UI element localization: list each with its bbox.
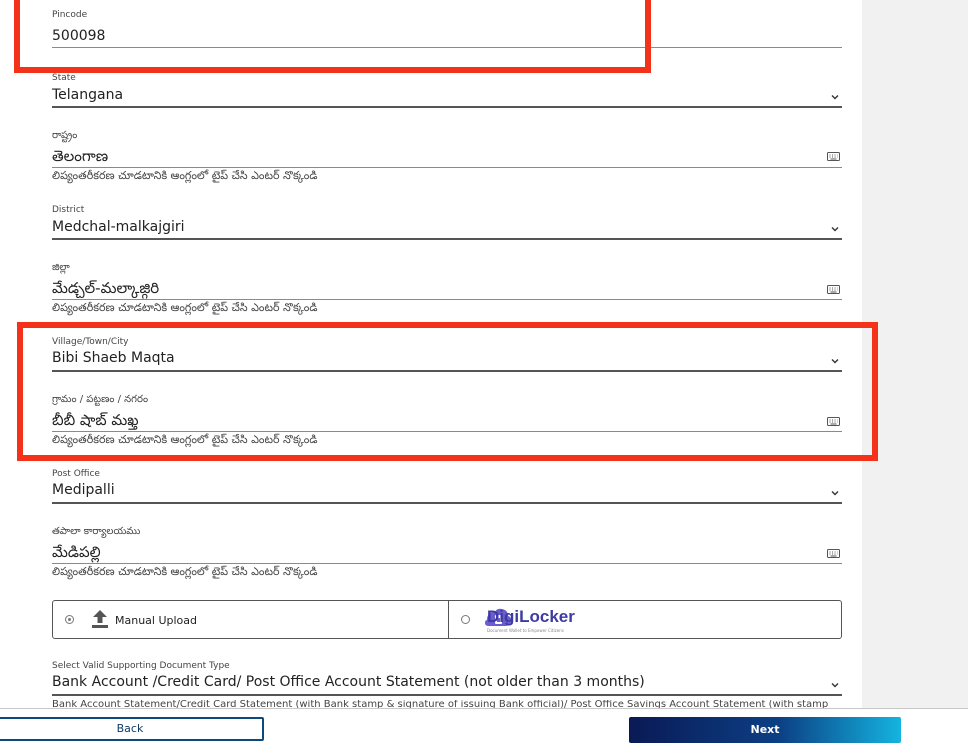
transliteration-hint: లిప్యంతరీకరణ చూడటానికి ఆంగ్లంలో టైప్ చేస…	[52, 433, 318, 446]
district-select[interactable]: District Medchal-malkajgiri	[52, 200, 842, 242]
pincode-field[interactable]: Pincode 500098	[52, 0, 842, 48]
post-office-select[interactable]: Post Office Medipalli	[52, 466, 842, 506]
post-office-telugu-field[interactable]: తపాలా కార్యాలయము మేడిపల్లి లిప్యంతరీకరణ …	[52, 522, 842, 582]
document-type-label: Select Valid Supporting Document Type	[52, 661, 230, 671]
district-value: Medchal-malkajgiri	[52, 219, 185, 235]
document-type-underline	[52, 694, 842, 696]
pincode-label: Pincode	[52, 10, 88, 20]
district-telugu-input[interactable]: మేడ్చల్-మల్కాజ్గిరి	[52, 279, 159, 301]
district-telugu-underline	[52, 299, 842, 300]
back-button[interactable]: Back	[0, 717, 264, 741]
village-underline	[52, 370, 842, 372]
pincode-underline	[52, 47, 842, 48]
transliteration-hint: లిప్యంతరీకరణ చూడటానికి ఆంగ్లంలో టైప్ చేస…	[52, 565, 318, 578]
village-telugu-underline	[52, 431, 842, 432]
digilocker-option[interactable]: DigiLocker Document Wallet to Empower Ci…	[449, 601, 841, 638]
document-type-description: Bank Account Statement/Credit Card State…	[52, 700, 829, 708]
state-select[interactable]: State Telangana	[52, 70, 842, 110]
digilocker-label: DigiLocker	[487, 607, 575, 626]
next-button[interactable]: Next	[629, 717, 901, 743]
state-label: State	[52, 73, 76, 83]
pincode-input[interactable]: 500098	[52, 28, 105, 44]
state-telugu-underline	[52, 167, 842, 168]
post-office-telugu-underline	[52, 563, 842, 564]
chevron-down-icon[interactable]	[830, 92, 840, 102]
keyboard-icon[interactable]	[827, 285, 840, 294]
village-telugu-input[interactable]: బీబీ షాబ్ మఖ్త	[52, 411, 139, 433]
post-office-telugu-input[interactable]: మేడిపల్లి	[52, 543, 101, 565]
village-telugu-label: గ్రామం / పట్టణం / నగరం	[52, 394, 149, 405]
transliteration-hint: లిప్యంతరీకరణ చూడటానికి ఆంగ్లంలో టైప్ చేస…	[52, 169, 318, 182]
address-form-panel: Pincode 500098 State Telangana రాష్ట్రం …	[0, 0, 862, 742]
post-office-underline	[52, 502, 842, 504]
upload-method-selector: Manual Upload DigiLocker Document Wallet…	[52, 600, 842, 639]
village-value: Bibi Shaeb Maqta	[52, 350, 175, 366]
digilocker-radio[interactable]	[461, 615, 470, 624]
chevron-down-icon[interactable]	[830, 356, 840, 366]
district-telugu-label: జిల్లా	[52, 262, 70, 273]
digilocker-tagline: Document Wallet to Empower Citizens	[487, 628, 564, 633]
village-select[interactable]: Village/Town/City Bibi Shaeb Maqta	[52, 334, 842, 374]
district-underline	[52, 238, 842, 240]
state-value: Telangana	[52, 87, 124, 103]
district-label: District	[52, 205, 85, 215]
state-telugu-input[interactable]: తెలంగాణ	[52, 147, 108, 169]
transliteration-hint: లిప్యంతరీకరణ చూడటానికి ఆంగ్లంలో టైప్ చేస…	[52, 301, 318, 314]
post-office-label: Post Office	[52, 469, 100, 479]
chevron-down-icon[interactable]	[830, 224, 840, 234]
document-type-select[interactable]: Select Valid Supporting Document Type Ba…	[52, 658, 842, 698]
state-telugu-field[interactable]: రాష్ట్రం తెలంగాణ లిప్యంతరీకరణ చూడటానికి …	[52, 125, 842, 185]
district-telugu-field[interactable]: జిల్లా మేడ్చల్-మల్కాజ్గిరి లిప్యంతరీకరణ …	[52, 258, 842, 318]
chevron-down-icon[interactable]	[830, 488, 840, 498]
manual-upload-radio[interactable]	[65, 615, 74, 624]
upload-arrow-icon	[92, 610, 108, 628]
manual-upload-label: Manual Upload	[115, 614, 198, 627]
keyboard-icon[interactable]	[827, 152, 840, 161]
document-type-value: Bank Account /Credit Card/ Post Office A…	[52, 674, 645, 690]
footer-bar: Back Next	[0, 708, 968, 743]
village-telugu-field[interactable]: గ్రామం / పట్టణం / నగరం బీబీ షాబ్ మఖ్త లి…	[52, 390, 842, 450]
keyboard-icon[interactable]	[827, 549, 840, 558]
post-office-telugu-label: తపాలా కార్యాలయము	[52, 526, 141, 537]
village-label: Village/Town/City	[52, 337, 129, 347]
state-telugu-label: రాష్ట్రం	[52, 130, 78, 141]
keyboard-icon[interactable]	[827, 417, 840, 426]
chevron-down-icon[interactable]	[830, 680, 840, 690]
post-office-value: Medipalli	[52, 482, 115, 498]
manual-upload-option[interactable]: Manual Upload	[53, 601, 449, 638]
state-underline	[52, 106, 842, 108]
